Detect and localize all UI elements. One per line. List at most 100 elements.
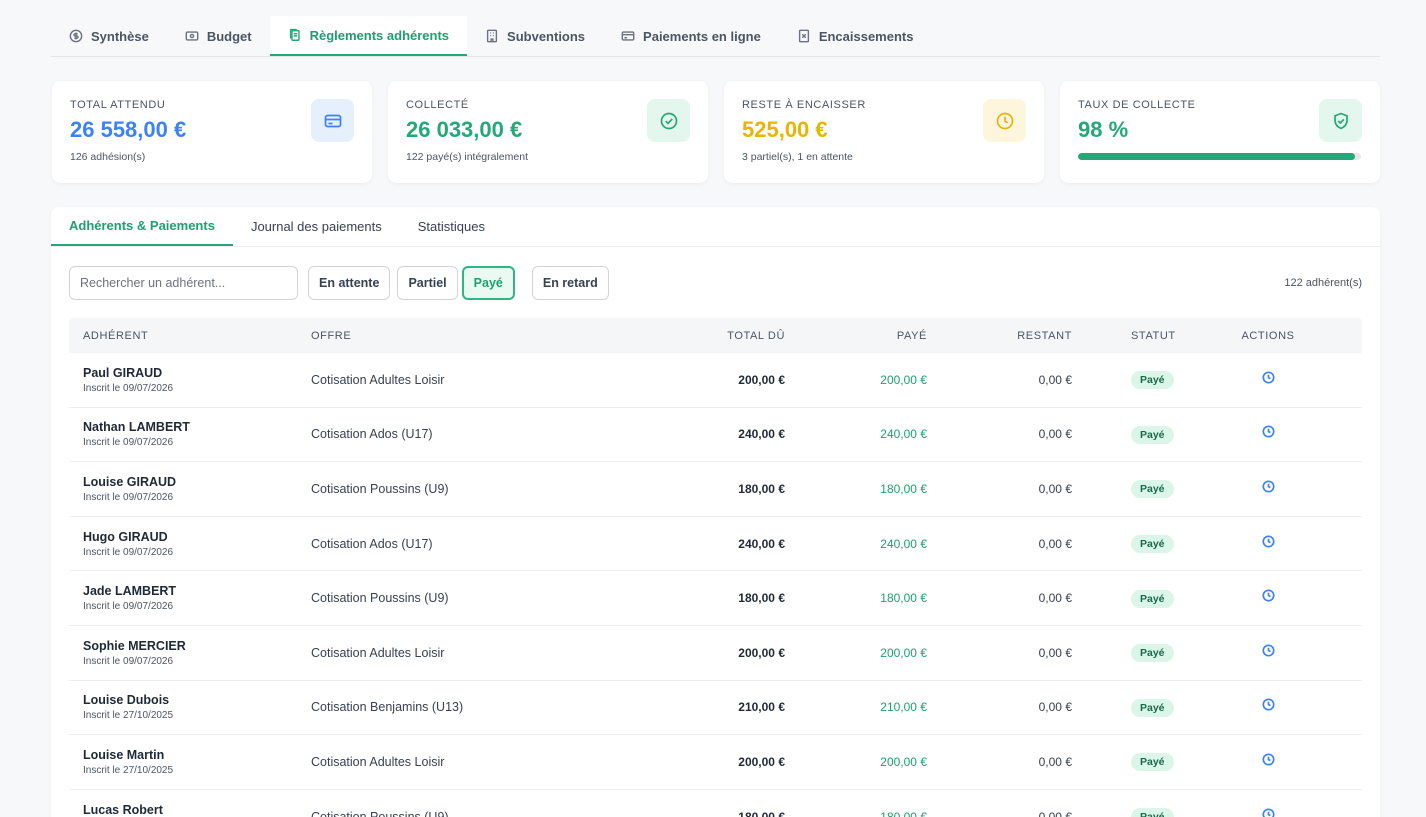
member-name[interactable]: Nathan LAMBERT [83,420,311,434]
status-cell: Payé [1072,479,1174,499]
member-name[interactable]: Lucas Robert [83,803,311,817]
credit-card-icon [311,99,354,142]
remaining-cell: 0,00 € [1038,372,1072,387]
offer-cell: Cotisation Benjamins (U13) [311,700,464,715]
tab-journal-des-paiements[interactable]: Journal des paiements [233,207,400,246]
tab-label: Encaissements [818,28,914,44]
paid-cell: 180,00 € [880,809,927,817]
member-name[interactable]: Paul GIRAUD [83,366,311,380]
dollar-circle-icon [69,29,83,43]
status-cell: Payé [1072,370,1174,390]
paid-cell: 200,00 € [880,754,927,769]
column-header-offre[interactable]: OFFRE [311,330,681,342]
filter-bar: En attente Partiel Payé En retard 122 ad… [69,266,1362,300]
total-due-cell: 210,00 € [738,700,785,715]
table-row[interactable]: Louise Martin Inscrit le 27/10/2025 Cotisa… [69,735,1362,790]
column-header-restant[interactable]: RESTANT [927,330,1072,342]
status-badge: Payé [1131,535,1174,554]
history-clock-icon[interactable] [1261,589,1275,602]
status-cell: Payé [1072,752,1174,772]
status-cell: Payé [1072,807,1174,817]
status-badge: Payé [1131,589,1174,608]
member-cell: Sophie MERCIER Inscrit le 09/07/2026 [69,639,311,667]
remaining-cell: 0,00 € [1038,700,1072,715]
column-header-paye[interactable]: PAYÉ [785,330,927,342]
tab-label: Règlements adhérents [309,27,450,43]
tab-adherents-paiements[interactable]: Adhérents & Paiements [51,207,233,246]
tab-budget[interactable]: Budget [167,16,270,56]
history-clock-icon[interactable] [1261,698,1275,711]
actions-cell [1174,425,1362,443]
offer-cell: Cotisation Adultes Loisir [311,372,445,387]
kpi-total-attendu: TOTAL ATTENDU 26 558,00 € 126 adhésion(s… [52,81,372,183]
member-registration-date: Inscrit le 09/07/2026 [83,382,174,394]
member-name[interactable]: Hugo GIRAUD [83,530,311,544]
history-clock-icon[interactable] [1261,480,1275,493]
offer-cell: Cotisation Ados (U17) [311,536,433,551]
check-circle-icon [647,99,690,142]
actions-cell [1174,371,1362,389]
status-badge: Payé [1131,480,1174,499]
member-registration-date: Inscrit le 27/10/2025 [83,710,174,722]
table-row[interactable]: Sophie MERCIER Inscrit le 09/07/2026 Cotis… [69,626,1362,681]
member-name[interactable]: Louise Dubois [83,693,311,707]
table-row[interactable]: Lucas RobertInscrit le 27/10/2025Cotisat… [69,790,1362,817]
table-row[interactable]: Hugo GIRAUD Inscrit le 09/07/2026 Cotisati… [69,517,1362,572]
status-badge: Payé [1131,698,1174,717]
member-name[interactable]: Louise GIRAUD [83,475,311,489]
member-cell: Paul GIRAUD Inscrit le 09/07/2026 [69,366,311,394]
table-row[interactable]: Louise GIRAUD Inscrit le 09/07/2026 Cotisa… [69,462,1362,517]
column-header-total-du[interactable]: TOTAL DÛ [681,330,785,342]
member-registration-date: Inscrit le 09/07/2026 [83,655,174,667]
shield-check-icon [1319,99,1362,142]
paid-cell: 200,00 € [880,645,927,660]
table-row[interactable]: Louise Dubois Inscrit le 27/10/2025 Cotisa… [69,681,1362,736]
kpi-subtext: 126 adhésion(s) [70,151,146,163]
tab-encaissements[interactable]: Encaissements [779,16,932,56]
search-input[interactable] [69,266,298,300]
tab-label: Synthèse [91,28,149,44]
member-cell: Jade LAMBERT Inscrit le 09/07/2026 [69,584,311,612]
filter-paye-button[interactable]: Payé [461,266,515,300]
history-clock-icon[interactable] [1261,371,1275,384]
tab-statistiques[interactable]: Statistiques [400,207,503,246]
offer-cell: Cotisation Adultes Loisir [311,754,445,769]
table-row[interactable]: Paul GIRAUD Inscrit le 09/07/2026 Cotisati… [69,353,1362,408]
tab-subventions[interactable]: Subventions [467,16,603,56]
table-row[interactable]: Nathan LAMBERT Inscrit le 09/07/2026 Cotis… [69,408,1362,463]
tab-reglements-adherents[interactable]: Règlements adhérents [269,16,468,56]
total-due-cell: 180,00 € [738,481,785,496]
total-due-cell: 180,00 € [738,809,785,817]
kpi-reste-a-encaisser: RESTE À ENCAISSER 525,00 € 3 partiel(s),… [724,81,1044,183]
status-badge: Payé [1131,808,1174,817]
history-clock-icon[interactable] [1261,808,1275,817]
filter-en-retard-button[interactable]: En retard [531,266,609,300]
history-clock-icon[interactable] [1261,753,1275,766]
column-header-adherent[interactable]: ADHÉRENT [69,330,311,342]
actions-cell [1174,480,1362,498]
history-clock-icon[interactable] [1261,425,1275,438]
offer-cell: Cotisation Adultes Loisir [311,645,445,660]
tab-label: Paiements en ligne [643,28,761,44]
kpi-taux-de-collecte: TAUX DE COLLECTE 98 % [1060,81,1380,183]
members-table: ADHÉRENT OFFRE TOTAL DÛ PAYÉ RESTANT STA… [69,318,1362,817]
member-name[interactable]: Louise Martin [83,748,311,762]
history-clock-icon[interactable] [1261,644,1275,657]
total-due-cell: 200,00 € [738,372,785,387]
member-name[interactable]: Jade LAMBERT [83,584,311,598]
member-count: 122 adhérent(s) [1284,277,1362,289]
filter-en-attente-button[interactable]: En attente [308,266,391,300]
table-body: Paul GIRAUD Inscrit le 09/07/2026 Cotisati… [69,353,1362,817]
history-clock-icon[interactable] [1261,535,1275,548]
tab-paiements-en-ligne[interactable]: Paiements en ligne [603,16,779,56]
clock-icon [983,99,1026,142]
sub-tab-bar: Adhérents & Paiements Journal des paieme… [51,207,1380,247]
member-name[interactable]: Sophie MERCIER [83,639,311,653]
column-header-statut[interactable]: STATUT [1072,330,1175,342]
table-row[interactable]: Jade LAMBERT Inscrit le 09/07/2026 Cotisat… [69,571,1362,626]
filter-partiel-button[interactable]: Partiel [397,266,458,300]
actions-cell [1174,698,1362,716]
actions-cell [1174,753,1362,771]
building-icon [486,29,498,43]
tab-synthese[interactable]: Synthèse [51,16,167,56]
